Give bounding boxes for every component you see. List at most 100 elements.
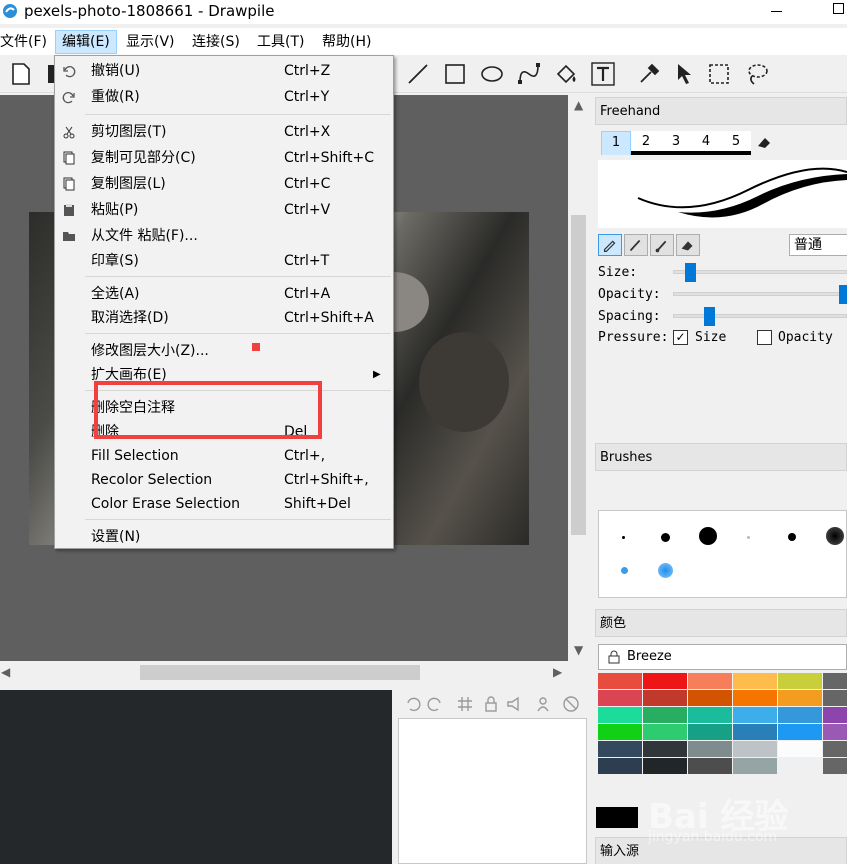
eraser-mode-icon[interactable] [676,234,700,256]
scroll-left-icon[interactable]: ◀ [1,665,10,679]
rectangle-select-icon[interactable] [706,61,732,87]
color-swatch[interactable] [823,741,847,757]
color-swatch[interactable] [643,673,687,689]
color-swatch[interactable] [823,758,847,774]
color-swatch[interactable] [733,707,777,723]
color-swatch[interactable] [688,741,732,757]
color-swatch[interactable] [643,741,687,757]
edit-menu-item[interactable]: 取消选择(D) Ctrl+Shift+A [55,307,393,329]
menu-edit[interactable]: 编辑(E) [55,30,117,54]
color-swatch[interactable] [598,724,642,740]
brush-preset-6[interactable] [826,527,844,545]
opacity-slider-handle[interactable] [839,285,847,304]
edit-menu-item[interactable]: 撤销(U) Ctrl+Z [55,60,393,82]
color-swatch[interactable] [598,741,642,757]
brush-preset-2[interactable] [661,533,670,542]
palette-lock-icon[interactable] [608,650,620,664]
smudge-mode-icon[interactable] [650,234,674,256]
maximize-icon[interactable] [833,3,844,14]
vertical-scrollbar[interactable]: ▲ ▼ [568,95,589,661]
color-swatch[interactable] [778,741,822,757]
color-swatch[interactable] [778,690,822,706]
text-tool-icon[interactable] [590,61,616,87]
color-swatch[interactable] [733,724,777,740]
brush-preset-4[interactable] [747,536,750,539]
color-swatch[interactable] [688,758,732,774]
menu-file[interactable]: 文件(F) [0,30,47,54]
color-swatch[interactable] [778,758,822,774]
brush-tab-2[interactable]: 2 [631,131,661,155]
user-lock-icon[interactable] [536,695,554,713]
blend-mode-select[interactable]: 普通 [789,234,847,256]
pressure-size-checkbox[interactable]: ✓ [673,330,688,345]
color-swatch[interactable] [823,724,847,740]
color-swatch[interactable] [688,673,732,689]
new-document-icon[interactable] [8,61,34,87]
minimize-icon[interactable] [771,11,782,12]
color-swatch[interactable] [733,741,777,757]
palette-select[interactable]: Breeze [598,644,847,670]
color-swatch[interactable] [778,673,822,689]
foreground-color-swatch[interactable] [596,807,638,828]
opacity-slider[interactable] [673,292,847,296]
block-icon[interactable] [562,695,580,713]
brush-tab-4[interactable]: 4 [691,131,721,155]
bezier-tool-icon[interactable] [516,61,542,87]
pressure-opacity-checkbox[interactable] [757,330,772,345]
brush-mode-icon[interactable] [624,234,648,256]
color-swatch[interactable] [598,707,642,723]
spacing-slider[interactable] [673,314,847,318]
edit-menu-item[interactable]: 设置(N) [55,526,393,548]
color-swatch[interactable] [823,673,847,689]
color-swatch[interactable] [733,673,777,689]
color-swatch[interactable] [643,690,687,706]
lasso-select-icon[interactable] [744,61,770,87]
brush-tab-5[interactable]: 5 [721,131,751,155]
lock-icon[interactable] [482,695,500,713]
edit-menu-item[interactable]: 粘贴(P) Ctrl+V [55,199,393,221]
brush-tab-3[interactable]: 3 [661,131,691,155]
menu-help[interactable]: 帮助(H) [322,30,371,54]
edit-menu-item[interactable]: 印章(S) Ctrl+T [55,250,393,272]
color-swatch[interactable] [688,724,732,740]
edit-menu-item[interactable]: 从文件 粘贴(F)... [55,225,393,247]
color-swatch[interactable] [688,690,732,706]
grid-icon[interactable] [456,695,474,713]
menu-view[interactable]: 显示(V) [126,30,175,54]
edit-menu-item[interactable]: 重做(R) Ctrl+Y [55,86,393,108]
color-swatch[interactable] [823,707,847,723]
brush-preset-5[interactable] [788,533,796,541]
move-pointer-icon[interactable] [671,61,697,87]
edit-menu-item[interactable]: 剪切图层(T) Ctrl+X [55,121,393,143]
color-swatch[interactable] [598,690,642,706]
horizontal-scrollbar[interactable]: ◀ ▶ [0,661,568,684]
pencil-mode-icon[interactable] [598,234,622,256]
color-swatch[interactable] [733,758,777,774]
rectangle-tool-icon[interactable] [442,61,468,87]
color-swatch[interactable] [823,690,847,706]
color-swatch[interactable] [778,724,822,740]
edit-menu-item[interactable]: 修改图层大小(Z)... [55,340,393,362]
scroll-up-icon[interactable]: ▲ [574,98,583,112]
vertical-scroll-thumb[interactable] [571,215,586,535]
size-slider[interactable] [673,270,847,274]
eraser-tab-icon[interactable] [755,134,773,150]
scroll-right-icon[interactable]: ▶ [553,665,562,679]
undo-icon[interactable] [404,695,422,713]
color-swatch[interactable] [598,758,642,774]
edit-menu-item[interactable]: Fill Selection Ctrl+, [55,445,393,467]
spacing-slider-handle[interactable] [704,307,715,326]
brush-tab-1[interactable]: 1 [601,131,631,155]
brush-preset-7[interactable] [621,567,628,574]
color-swatch[interactable] [643,707,687,723]
menu-connect[interactable]: 连接(S) [192,30,240,54]
brush-preset-8[interactable] [658,563,673,578]
horizontal-scroll-thumb[interactable] [140,665,420,680]
color-swatch[interactable] [778,707,822,723]
ellipse-tool-icon[interactable] [479,61,505,87]
edit-menu-item[interactable]: Recolor Selection Ctrl+Shift+, [55,469,393,491]
color-swatch[interactable] [643,758,687,774]
edit-menu-item[interactable]: Color Erase Selection Shift+Del [55,493,393,515]
menu-tools[interactable]: 工具(T) [257,30,304,54]
color-swatch[interactable] [643,724,687,740]
